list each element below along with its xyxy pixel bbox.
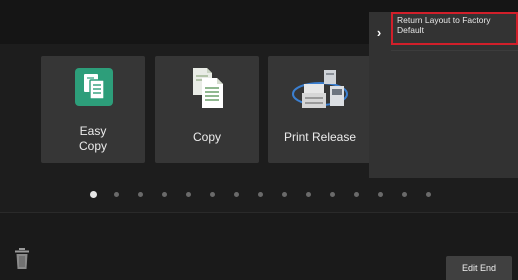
- home-screen-edit-mode: Easy Copy Copy Print Release › Return La…: [0, 0, 518, 280]
- return-layout-factory-default-item[interactable]: Return Layout to Factory Default: [391, 12, 518, 45]
- page-dot[interactable]: [234, 192, 239, 197]
- tile-copy[interactable]: Copy: [155, 56, 259, 163]
- side-menu-toggle[interactable]: ›: [369, 12, 389, 52]
- print-release-icon: [292, 70, 348, 108]
- page-dot[interactable]: [306, 192, 311, 197]
- page-dot[interactable]: [426, 192, 431, 197]
- edit-end-label: Edit End: [461, 263, 497, 273]
- tile-label: Print Release: [283, 130, 357, 144]
- page-dot[interactable]: [402, 192, 407, 197]
- page-dot[interactable]: [162, 192, 167, 197]
- edit-end-button[interactable]: Edit End: [446, 256, 512, 280]
- page-dot[interactable]: [258, 192, 263, 197]
- bottom-bar: [0, 212, 518, 280]
- page-dot[interactable]: [186, 192, 191, 197]
- tile-label-line2: Copy: [78, 139, 107, 153]
- page-dot[interactable]: [210, 192, 215, 197]
- page-dot[interactable]: [330, 192, 335, 197]
- page-dot[interactable]: [282, 192, 287, 197]
- trash-icon[interactable]: [14, 248, 30, 270]
- page-dot[interactable]: [378, 192, 383, 197]
- copy-icon: [193, 68, 223, 108]
- chevron-right-icon: ›: [376, 24, 382, 40]
- easy-copy-icon: [75, 68, 113, 106]
- page-dot[interactable]: [114, 192, 119, 197]
- page-dot-active[interactable]: [90, 191, 97, 198]
- tile-label-line1: Easy: [79, 124, 107, 138]
- tile-label: Copy: [192, 130, 221, 144]
- tile-easy-copy[interactable]: Easy Copy: [41, 56, 145, 163]
- page-indicator: [0, 190, 518, 202]
- tile-print-release[interactable]: Print Release: [268, 56, 372, 163]
- page-dot[interactable]: [354, 192, 359, 197]
- page-dot[interactable]: [138, 192, 143, 197]
- menu-divider: [391, 50, 518, 51]
- menu-item-label: Return Layout to Factory Default: [397, 15, 491, 35]
